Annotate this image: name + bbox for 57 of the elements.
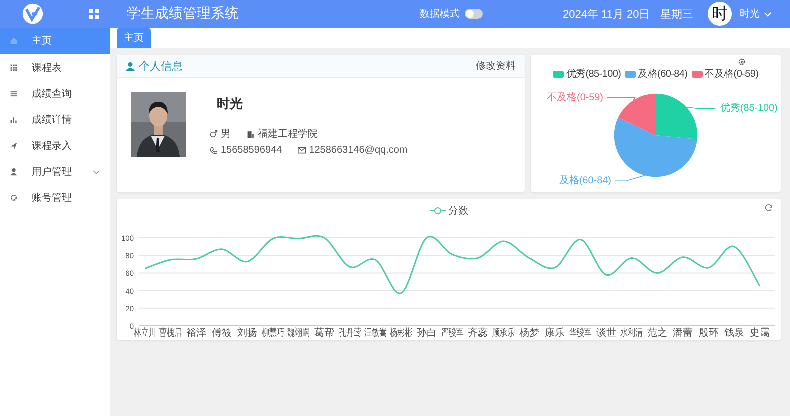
legend-label[interactable]: 及格(60-84)	[638, 67, 688, 81]
axis-category-label: 刘扬	[238, 328, 258, 339]
grid-icon[interactable]	[89, 9, 99, 19]
slice-label: 及格(60-84)	[559, 176, 612, 187]
sidebar-item[interactable]: 成绩详情	[0, 107, 110, 133]
email-text: 1258663146@qq.com	[309, 145, 408, 156]
sidebar-item[interactable]: 课程表	[0, 55, 110, 81]
bar-chart-icon	[10, 116, 18, 124]
mail-icon	[298, 147, 306, 154]
leader-line	[607, 97, 636, 101]
sidebar-item[interactable]: 课程录入	[0, 133, 110, 159]
leader-line	[614, 175, 646, 182]
grid-icon	[10, 64, 18, 72]
axis-category-label: 康乐	[545, 328, 565, 339]
legend-label[interactable]: 不及格(0-59)	[704, 67, 759, 81]
male-icon	[210, 130, 218, 138]
avatar[interactable]: 时	[708, 2, 732, 26]
school-text: 福建工程学院	[258, 128, 318, 141]
legend-swatch[interactable]	[553, 70, 564, 78]
card-title: 个人信息	[139, 60, 183, 74]
home-icon	[10, 37, 18, 45]
legend-item[interactable]: 分数	[430, 204, 468, 218]
sidebar-item[interactable]: 成绩查询	[0, 81, 110, 107]
leader-line	[686, 107, 716, 110]
gender-text: 男	[221, 128, 231, 141]
mode-label: 数据模式	[420, 8, 460, 21]
logo-icon	[22, 3, 44, 25]
chevron-down-icon[interactable]	[764, 12, 772, 16]
send-icon	[10, 142, 18, 150]
sidebar-item[interactable]: 用户管理	[0, 159, 110, 185]
slice-label: 不及格(0-59)	[547, 92, 604, 104]
user-icon	[126, 62, 135, 70]
axis-category-label: 钱泉	[724, 328, 744, 339]
slice-label: 优秀(85-100)	[720, 103, 778, 114]
date-text: 2024年 11月 20日	[563, 8, 650, 22]
settings-icon[interactable]	[738, 58, 746, 66]
list-icon	[10, 90, 18, 98]
phone-text: 15658596944	[221, 145, 282, 156]
gear-icon	[10, 194, 18, 202]
axis-category-label: 傅筱	[212, 328, 232, 339]
mode-toggle[interactable]	[465, 9, 483, 19]
app-title: 学生成绩管理系统	[127, 5, 240, 23]
legend-swatch[interactable]	[692, 70, 703, 78]
phone-icon	[210, 146, 218, 154]
refresh-icon[interactable]	[765, 204, 773, 212]
weekday-text: 星期三	[660, 8, 694, 22]
legend-swatch[interactable]	[625, 70, 636, 78]
line-marker-icon	[430, 206, 446, 214]
sidebar-item[interactable]: 账号管理	[0, 185, 110, 211]
axis-category-label: 殷环	[698, 328, 719, 339]
student-name: 时光	[217, 95, 244, 113]
edit-profile-link[interactable]: 修改资料	[476, 59, 516, 73]
legend-label[interactable]: 优秀(85-100)	[566, 67, 622, 81]
axis-category-label: 史霭	[750, 328, 770, 339]
axis-category-label: 潘蕾	[673, 328, 694, 339]
user-icon	[10, 168, 18, 176]
building-icon	[247, 130, 255, 138]
